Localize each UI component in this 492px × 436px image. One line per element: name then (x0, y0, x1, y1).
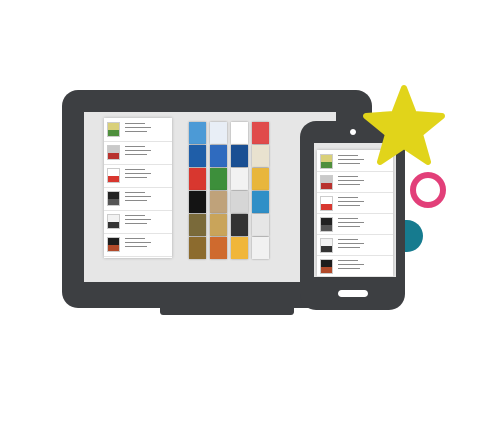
book-cover (231, 145, 248, 167)
desktop-book-list (104, 118, 172, 258)
list-item (317, 171, 393, 193)
book-cover (252, 168, 269, 190)
phone-home-button (338, 290, 368, 297)
text-line-placeholder (125, 150, 151, 151)
text-line-placeholder (338, 180, 364, 181)
book-cover (210, 191, 227, 213)
book-cover (252, 214, 269, 236)
text-line-placeholder (125, 219, 151, 220)
book-cover (231, 214, 248, 236)
text-line-placeholder (125, 177, 147, 178)
book-cover (231, 122, 248, 144)
text-line-placeholder (338, 260, 358, 261)
book-cover (210, 237, 227, 259)
book-cover-thumbnail (320, 175, 333, 190)
text-line-placeholder (125, 123, 145, 124)
book-cover (189, 214, 206, 236)
text-line-placeholder (125, 242, 151, 243)
book-cover (252, 122, 269, 144)
text-line-placeholder (338, 205, 360, 206)
text-line-placeholder (125, 223, 147, 224)
text-line-placeholder (125, 169, 145, 170)
book-cover-thumbnail (107, 168, 120, 183)
text-line-placeholder (125, 192, 145, 193)
text-line-placeholder (338, 155, 358, 156)
book-cover (189, 122, 206, 144)
book-cover (189, 168, 206, 190)
book-cover-thumbnail (320, 196, 333, 211)
book-cover (252, 191, 269, 213)
book-cover-thumbnail (320, 259, 333, 274)
book-cover (210, 214, 227, 236)
text-line-placeholder (338, 163, 360, 164)
star-icon (363, 85, 445, 165)
text-line-placeholder (125, 173, 151, 174)
list-item (104, 210, 172, 234)
book-cover (252, 237, 269, 259)
book-cover (210, 145, 227, 167)
list-item (317, 192, 393, 214)
text-line-placeholder (338, 247, 360, 248)
list-item (104, 233, 172, 257)
text-line-placeholder (338, 222, 364, 223)
book-cover (189, 237, 206, 259)
text-line-placeholder (125, 154, 147, 155)
text-line-placeholder (125, 146, 145, 147)
text-line-placeholder (125, 215, 145, 216)
book-cover (210, 168, 227, 190)
text-line-placeholder (338, 218, 358, 219)
text-line-placeholder (338, 268, 360, 269)
book-cover (231, 237, 248, 259)
book-cover (189, 191, 206, 213)
phone-camera (350, 129, 356, 135)
list-item (104, 187, 172, 211)
text-line-placeholder (338, 197, 358, 198)
list-item (317, 234, 393, 256)
list-item (104, 164, 172, 188)
text-line-placeholder (338, 159, 364, 160)
ring-icon (410, 172, 446, 208)
book-cover-thumbnail (320, 217, 333, 232)
text-line-placeholder (125, 238, 145, 239)
text-line-placeholder (338, 226, 360, 227)
text-line-placeholder (338, 201, 364, 202)
text-line-placeholder (125, 196, 151, 197)
text-line-placeholder (338, 184, 360, 185)
text-line-placeholder (125, 131, 147, 132)
book-cover (252, 145, 269, 167)
book-cover (210, 122, 227, 144)
book-cover-thumbnail (107, 214, 120, 229)
text-line-placeholder (125, 200, 147, 201)
desktop-book-grid (189, 122, 271, 259)
book-cover-thumbnail (107, 145, 120, 160)
list-item (317, 213, 393, 235)
text-line-placeholder (338, 239, 358, 240)
text-line-placeholder (125, 127, 151, 128)
book-cover-thumbnail (107, 122, 120, 137)
text-line-placeholder (338, 264, 364, 265)
phone-book-list (317, 150, 393, 277)
book-cover (231, 191, 248, 213)
list-item (104, 141, 172, 165)
list-item (104, 118, 172, 142)
book-cover-thumbnail (107, 237, 120, 252)
list-item (317, 255, 393, 277)
book-cover-thumbnail (320, 154, 333, 169)
text-line-placeholder (338, 176, 358, 177)
book-cover-thumbnail (320, 238, 333, 253)
book-cover (231, 168, 248, 190)
book-cover-thumbnail (107, 191, 120, 206)
text-line-placeholder (338, 243, 364, 244)
book-cover (189, 145, 206, 167)
text-line-placeholder (125, 246, 147, 247)
